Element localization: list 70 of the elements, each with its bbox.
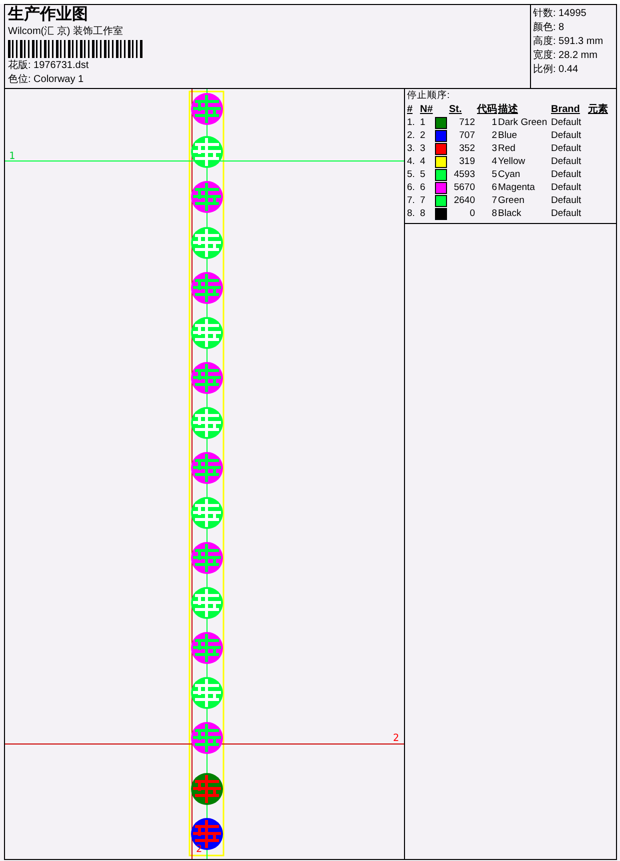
table-cell-text: Default — [551, 195, 582, 207]
table-cell-text: Default — [551, 156, 582, 168]
table-cell-text: 1. — [407, 117, 416, 129]
table-cell-text: 2 — [420, 130, 426, 142]
table-cell-text: 2 — [490, 130, 497, 142]
stop-marker-label: 2 — [393, 733, 400, 744]
table-cell-text: 4 — [490, 156, 497, 168]
column-header: St. — [449, 104, 463, 114]
table-cell-text: 6 — [420, 182, 426, 194]
table-cell-text: 5 — [490, 169, 497, 181]
table-cell-text: 4 — [420, 156, 426, 168]
table-cell-text: 5 — [420, 169, 426, 181]
table-cell-text: 707 — [458, 130, 475, 142]
table-cell-text: Default — [551, 208, 582, 220]
table-cell-text: 1 — [490, 117, 497, 129]
sheet-title: 生产作业图 — [8, 6, 89, 24]
table-cell-text: 3. — [407, 143, 416, 155]
design-stat: 高度: 591.3 mm — [533, 35, 604, 48]
table-cell-text: Default — [551, 130, 582, 142]
colorway-label: 色位: Colorway 1 — [8, 74, 85, 86]
column-header: 描述 — [498, 102, 519, 116]
table-cell-text: Red — [498, 143, 516, 155]
stop-marker-label: 2 — [196, 844, 202, 855]
table-cell-text: 5670 — [452, 182, 475, 194]
table-cell-text: Yellow — [498, 156, 526, 168]
table-cell-text: Default — [551, 169, 582, 181]
table-cell-text: 3 — [420, 143, 426, 155]
column-header: 元素 — [588, 102, 609, 116]
design-stat: 宽度: 28.2 mm — [533, 49, 598, 62]
table-cell-text: 6. — [407, 182, 416, 194]
table-cell-text: Cyan — [498, 169, 522, 181]
column-header: Brand — [551, 104, 581, 114]
table-cell-text: 7. — [407, 195, 416, 207]
table-cell-text: 7 — [490, 195, 497, 207]
medallion-drawing — [191, 773, 223, 805]
table-cell-text: 4593 — [452, 169, 475, 181]
design-stat: 比例: 0.44 — [533, 63, 580, 76]
medallion-drawing — [191, 818, 223, 850]
table-cell-text: 5. — [407, 169, 416, 181]
table-cell-text: Black — [498, 208, 522, 220]
design-file: 花版: 1976731.dst — [8, 60, 90, 72]
table-cell-text: 8 — [420, 208, 426, 220]
column-header: 代码 — [476, 102, 497, 116]
table-title: 停止顺序: — [407, 90, 451, 102]
table-cell-text: 3 — [490, 143, 497, 155]
table-cell-text: Default — [551, 143, 582, 155]
table-cell-text: Magenta — [498, 182, 536, 194]
table-cell-text: 8 — [490, 208, 497, 220]
column-header: # — [407, 104, 414, 114]
table-cell-text: 2. — [407, 130, 416, 142]
table-cell-text: 8. — [407, 208, 416, 220]
studio-name: Wilcom(汇 京) 装饰工作室 — [8, 26, 124, 38]
table-cell-text: 0 — [468, 208, 475, 220]
table-cell-text: Blue — [498, 130, 518, 142]
table-cell-text: Green — [498, 195, 526, 207]
table-cell-text: Dark Green — [498, 117, 548, 129]
table-cell-text: 1 — [420, 117, 426, 129]
table-cell-text: 2640 — [452, 195, 475, 207]
column-header: N# — [420, 104, 434, 114]
design-stat: 颜色: 8 — [533, 21, 566, 34]
table-cell-text: 4. — [407, 156, 416, 168]
table-cell-text: Default — [551, 117, 582, 129]
table-cell-text: Default — [551, 182, 582, 194]
table-cell-text: 7 — [420, 195, 426, 207]
table-cell-text: 319 — [458, 156, 475, 168]
design-stat: 针数: 14995 — [533, 7, 588, 20]
table-cell-text: 712 — [458, 117, 475, 129]
table-cell-text: 6 — [490, 182, 497, 194]
table-cell-text: 352 — [458, 143, 475, 155]
stop-marker-label: 1 — [9, 151, 16, 162]
